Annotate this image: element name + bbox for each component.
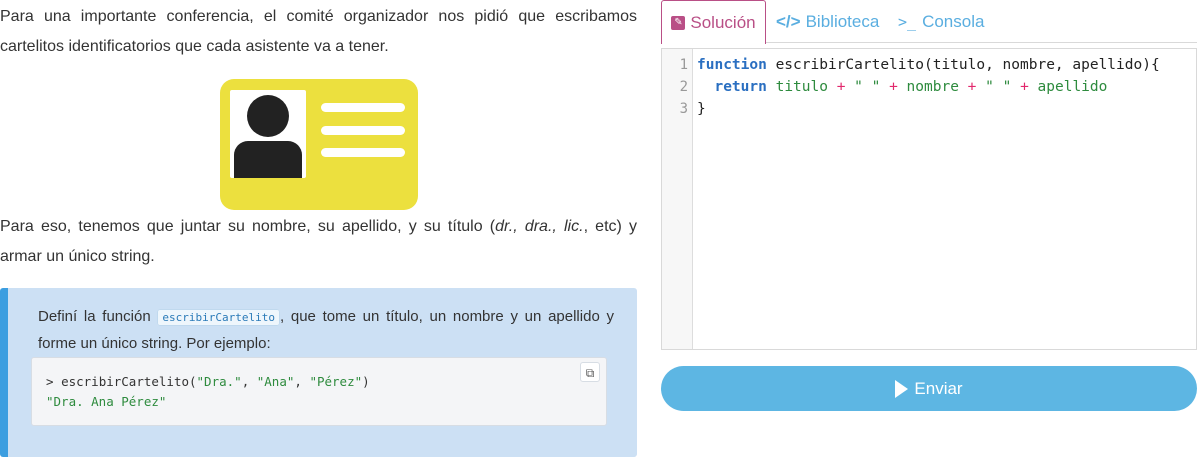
tab-biblioteca-label: Biblioteca — [805, 11, 880, 31]
solution-panel: ✎ Solución </> Biblioteca >_ Consola 1 2… — [661, 0, 1197, 457]
operator-plus: + — [889, 79, 898, 95]
example-sep: , — [241, 374, 257, 389]
identifier-apellido: apellido — [1028, 79, 1108, 95]
send-button[interactable]: Enviar — [661, 366, 1197, 411]
person-icon — [230, 90, 306, 178]
identifier-titulo: titulo — [766, 79, 837, 95]
example-sep: , — [294, 374, 310, 389]
person-torso — [234, 141, 302, 178]
code-line-3: } — [697, 101, 706, 117]
identifier-nombre: nombre — [897, 79, 968, 95]
example-close: ) — [362, 374, 370, 389]
line-number: 2 — [679, 79, 688, 95]
line-number: 1 — [679, 57, 688, 73]
id-badge-illustration — [220, 79, 418, 210]
copy-icon[interactable]: ⧉ — [580, 362, 600, 382]
tab-consola-label: Consola — [922, 11, 985, 31]
instructions-paragraph: Para eso, tenemos que juntar su nombre, … — [0, 212, 637, 272]
pencil-icon: ✎ — [671, 15, 686, 30]
task-prefix: Definí la función — [38, 308, 158, 325]
example-result: "Dra. Ana Pérez" — [46, 394, 167, 409]
keyword-return: return — [714, 79, 767, 95]
operator-plus: + — [1020, 79, 1029, 95]
example-code-block: > escribirCartelito("Dra.", "Ana", "Pére… — [31, 357, 607, 426]
example-arg: "Ana" — [256, 374, 295, 389]
badge-line — [321, 148, 405, 157]
person-head — [247, 95, 289, 137]
example-result-line: "Dra. Ana Pérez" — [46, 392, 166, 412]
tab-bar: ✎ Solución </> Biblioteca >_ Consola — [661, 0, 1197, 44]
console-prompt: > — [46, 374, 62, 389]
tab-consola[interactable]: >_ Consola — [898, 0, 984, 43]
play-icon — [895, 379, 909, 398]
example-arg: "Dra." — [196, 374, 242, 389]
instructions-prefix: Para eso, tenemos que juntar su nombre, … — [0, 218, 496, 235]
tab-solucion[interactable]: ✎ Solución — [661, 0, 766, 44]
function-signature: escribirCartelito(titulo, nombre, apelli… — [766, 57, 1160, 73]
line-number: 3 — [679, 101, 688, 117]
badge-line — [321, 126, 405, 135]
string-space: " " — [845, 79, 890, 95]
exercise-description: Para una importante conferencia, el comi… — [0, 0, 637, 457]
code-editor[interactable]: 1 2 3 function escribirCartelito(titulo,… — [661, 48, 1197, 350]
example-arg: "Pérez" — [309, 374, 363, 389]
terminal-icon: >_ — [898, 12, 917, 31]
code-line-2: return titulo + " " + nombre + " " + ape… — [697, 76, 1107, 98]
example-call: escribirCartelito( — [61, 374, 197, 389]
keyword-function: function — [697, 57, 767, 73]
title-examples: dr., dra., lic. — [495, 218, 584, 235]
intro-paragraph: Para una importante conferencia, el comi… — [0, 8, 637, 55]
tab-biblioteca[interactable]: </> Biblioteca — [776, 0, 879, 43]
badge-line — [321, 103, 405, 112]
code-icon: </> — [776, 11, 801, 31]
example-call-line: > escribirCartelito("Dra.", "Ana", "Pére… — [46, 372, 370, 392]
tab-solucion-label: Solución — [690, 12, 756, 32]
send-button-label: Enviar — [914, 378, 963, 398]
string-space: " " — [976, 79, 1021, 95]
line-number-gutter: 1 2 3 — [662, 49, 693, 349]
function-name-code: escribirCartelito — [157, 309, 280, 326]
code-line-1: function escribirCartelito(titulo, nombr… — [697, 54, 1160, 76]
task-text: Definí la función escribirCartelito, que… — [38, 304, 614, 357]
